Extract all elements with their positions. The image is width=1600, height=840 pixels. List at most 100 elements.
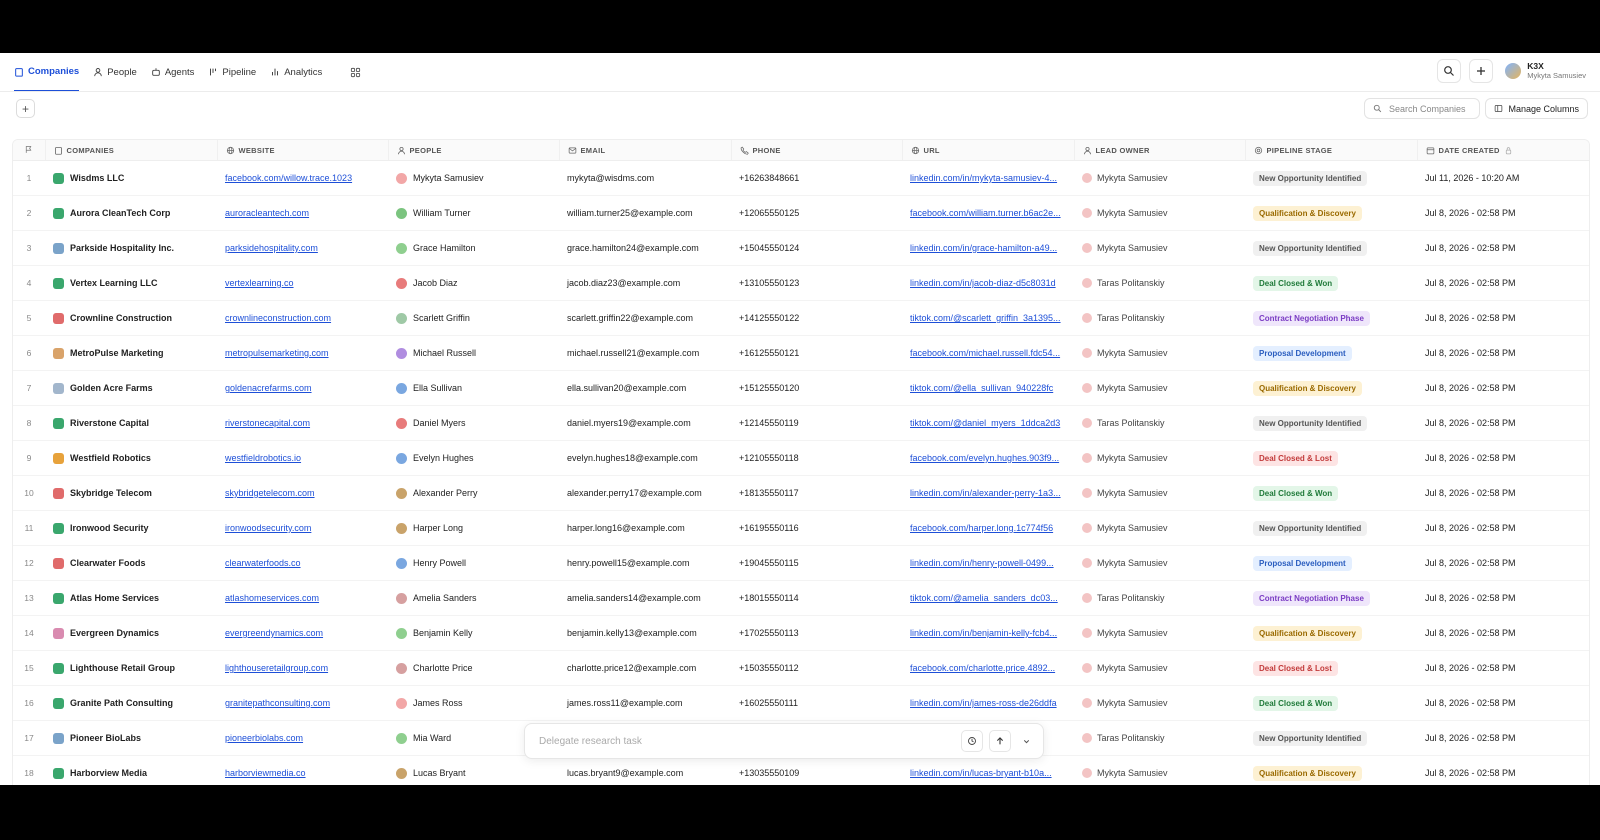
email-cell[interactable]: mykyta@wisdms.com <box>559 160 731 196</box>
company-cell[interactable]: Skybridge Telecom <box>45 475 217 511</box>
website-link[interactable]: skybridgetelecom.com <box>225 488 315 498</box>
company-cell[interactable]: Golden Acre Farms <box>45 370 217 406</box>
social-url-link[interactable]: tiktok.com/@ella_sullivan_940228fc <box>910 383 1066 393</box>
company-cell[interactable]: Lighthouse Retail Group <box>45 650 217 686</box>
tab-people[interactable]: People <box>93 53 137 91</box>
company-cell[interactable]: Crownline Construction <box>45 300 217 336</box>
create-button[interactable] <box>1469 59 1494 83</box>
phone-cell[interactable]: +15035550112 <box>731 650 902 686</box>
pipeline-stage-cell[interactable]: Qualification & Discovery <box>1245 195 1417 231</box>
phone-cell[interactable]: +12145550119 <box>731 405 902 441</box>
website-link[interactable]: facebook.com/willow.trace.1023 <box>225 173 352 183</box>
pipeline-stage-cell[interactable]: Deal Closed & Won <box>1245 685 1417 721</box>
column-header-people[interactable]: People <box>388 140 560 161</box>
pipeline-stage-cell[interactable]: New Opportunity Identified <box>1245 230 1417 266</box>
tab-analytics[interactable]: Analytics <box>270 53 322 91</box>
email-cell[interactable]: michael.russell21@example.com <box>559 335 731 371</box>
phone-cell[interactable]: +18135550117 <box>731 475 902 511</box>
social-url-link[interactable]: linkedin.com/in/grace-hamilton-a49... <box>910 243 1066 253</box>
column-header-url[interactable]: URL <box>902 140 1075 161</box>
company-cell[interactable]: Wisdms LLC <box>45 160 217 196</box>
website-link[interactable]: atlashomeservices.com <box>225 593 319 603</box>
social-url-link[interactable]: facebook.com/michael.russell.fdc54... <box>910 348 1066 358</box>
pipeline-stage-cell[interactable]: Qualification & Discovery <box>1245 615 1417 651</box>
person-cell[interactable]: Scarlett Griffin <box>388 300 559 336</box>
social-url-link[interactable]: linkedin.com/in/henry-powell-0499... <box>910 558 1066 568</box>
website-link[interactable]: granitepathconsulting.com <box>225 698 330 708</box>
social-url-link[interactable]: linkedin.com/in/james-ross-de26ddfa <box>910 698 1066 708</box>
lead-owner-cell[interactable]: Mykyta Samusiev <box>1074 685 1245 721</box>
expand-button[interactable] <box>1017 737 1035 746</box>
pipeline-stage-cell[interactable]: Deal Closed & Lost <box>1245 650 1417 686</box>
table-row[interactable]: 11 Ironwood Security ironwoodsecurity.com H… <box>13 510 1589 546</box>
lead-owner-cell[interactable]: Mykyta Samusiev <box>1074 475 1245 511</box>
website-link[interactable]: harborviewmedia.co <box>225 768 306 778</box>
company-cell[interactable]: Granite Path Consulting <box>45 685 217 721</box>
phone-cell[interactable]: +12065550125 <box>731 195 902 231</box>
website-link[interactable]: goldenacrefarms.com <box>225 383 312 393</box>
person-cell[interactable]: Michael Russell <box>388 335 559 371</box>
phone-cell[interactable]: +16195550116 <box>731 510 902 546</box>
social-url-link[interactable]: linkedin.com/in/benjamin-kelly-fcb4... <box>910 628 1066 638</box>
email-cell[interactable]: james.ross11@example.com <box>559 685 731 721</box>
tab-pipeline[interactable]: Pipeline <box>208 53 256 91</box>
column-header-email[interactable]: Email <box>559 140 732 161</box>
website-link[interactable]: crownlineconstruction.com <box>225 313 331 323</box>
person-cell[interactable]: Henry Powell <box>388 545 559 581</box>
column-header-phone[interactable]: Phone <box>731 140 903 161</box>
search-companies-input[interactable] <box>1387 102 1477 115</box>
person-cell[interactable]: Daniel Myers <box>388 405 559 441</box>
apps-grid-button[interactable] <box>350 67 361 78</box>
company-cell[interactable]: Westfield Robotics <box>45 440 217 476</box>
email-cell[interactable]: jacob.diaz23@example.com <box>559 265 731 301</box>
lead-owner-cell[interactable]: Mykyta Samusiev <box>1074 755 1245 785</box>
send-button[interactable] <box>989 730 1011 752</box>
pipeline-stage-cell[interactable]: Contract Negotiation Phase <box>1245 580 1417 616</box>
pipeline-stage-cell[interactable]: Deal Closed & Won <box>1245 475 1417 511</box>
table-row[interactable]: 12 Clearwater Foods clearwaterfoods.co Henr… <box>13 545 1589 581</box>
table-row[interactable]: 9 Westfield Robotics westfieldrobotics.io E… <box>13 440 1589 476</box>
table-row[interactable]: 14 Evergreen Dynamics evergreendynamics.co… <box>13 615 1589 651</box>
phone-cell[interactable]: +13035550109 <box>731 755 902 785</box>
website-link[interactable]: auroracleantech.com <box>225 208 309 218</box>
social-url-link[interactable]: linkedin.com/in/jacob-diaz-d5c8031d <box>910 278 1066 288</box>
pipeline-stage-cell[interactable]: Deal Closed & Won <box>1245 265 1417 301</box>
manage-columns-button[interactable]: Manage Columns <box>1485 98 1588 119</box>
lead-owner-cell[interactable]: Mykyta Samusiev <box>1074 160 1245 196</box>
company-cell[interactable]: Evergreen Dynamics <box>45 615 217 651</box>
lead-owner-cell[interactable]: Taras Politanskiy <box>1074 405 1245 441</box>
table-row[interactable]: 7 Golden Acre Farms goldenacrefarms.com Ell… <box>13 370 1589 406</box>
website-link[interactable]: westfieldrobotics.io <box>225 453 301 463</box>
global-search-button[interactable] <box>1437 59 1462 83</box>
pipeline-stage-cell[interactable]: Deal Closed & Lost <box>1245 440 1417 476</box>
email-cell[interactable]: harper.long16@example.com <box>559 510 731 546</box>
social-url-link[interactable]: facebook.com/william.turner.b6ac2e... <box>910 208 1066 218</box>
workspace-switcher[interactable]: K3X Mykyta Samusiev <box>1505 61 1586 81</box>
company-cell[interactable]: Aurora CleanTech Corp <box>45 195 217 231</box>
table-row[interactable]: 3 Parkside Hospitality Inc. parksidehospit… <box>13 230 1589 266</box>
company-cell[interactable]: Parkside Hospitality Inc. <box>45 230 217 266</box>
company-cell[interactable]: Pioneer BioLabs <box>45 720 217 756</box>
social-url-link[interactable]: tiktok.com/@daniel_myers_1ddca2d3 <box>910 418 1066 428</box>
company-cell[interactable]: Atlas Home Services <box>45 580 217 616</box>
table-row[interactable]: 5 Crownline Construction crownlineconstruc… <box>13 300 1589 336</box>
column-header-lead-owner[interactable]: Lead Owner <box>1074 140 1246 161</box>
add-company-button[interactable]: + <box>16 99 35 118</box>
table-row[interactable]: 16 Granite Path Consulting granitepathcons… <box>13 685 1589 721</box>
column-header-pipeline-stage[interactable]: Pipeline Stage <box>1245 140 1418 161</box>
person-cell[interactable]: James Ross <box>388 685 559 721</box>
person-cell[interactable]: William Turner <box>388 195 559 231</box>
table-row[interactable]: 2 Aurora CleanTech Corp auroracleantech.co… <box>13 195 1589 231</box>
lead-owner-cell[interactable]: Mykyta Samusiev <box>1074 335 1245 371</box>
person-cell[interactable]: Mykyta Samusiev <box>388 160 559 196</box>
email-cell[interactable]: lucas.bryant9@example.com <box>559 755 731 785</box>
table-row[interactable]: 15 Lighthouse Retail Group lighthouseretai… <box>13 650 1589 686</box>
table-row[interactable]: 1 Wisdms LLC facebook.com/willow.trace.102… <box>13 160 1589 196</box>
phone-cell[interactable]: +15125550120 <box>731 370 902 406</box>
table-row[interactable]: 4 Vertex Learning LLC vertexlearning.co Jac… <box>13 265 1589 301</box>
pipeline-stage-cell[interactable]: New Opportunity Identified <box>1245 720 1417 756</box>
website-link[interactable]: vertexlearning.co <box>225 278 294 288</box>
lead-owner-cell[interactable]: Mykyta Samusiev <box>1074 440 1245 476</box>
company-cell[interactable]: Harborview Media <box>45 755 217 785</box>
person-cell[interactable]: Alexander Perry <box>388 475 559 511</box>
